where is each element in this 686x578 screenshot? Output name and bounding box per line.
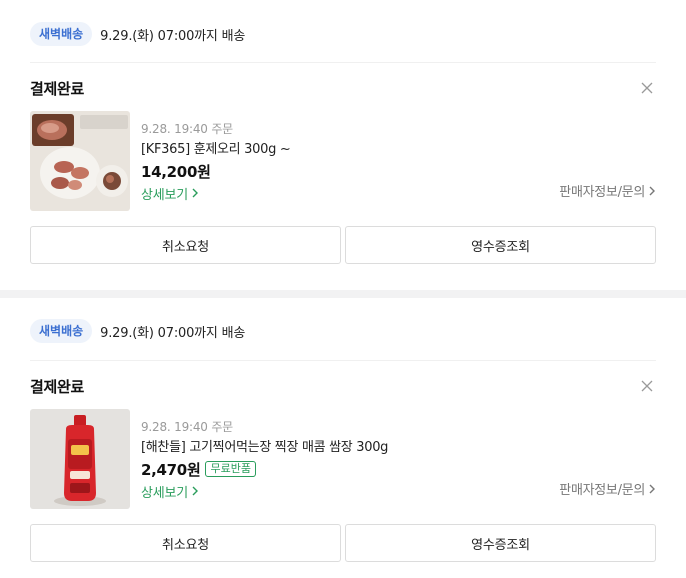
product-thumbnail[interactable] [30, 111, 130, 211]
cancel-request-button[interactable]: 취소요청 [30, 524, 341, 562]
chevron-right-icon [192, 486, 199, 496]
delivery-badge: 새벽배송 [30, 319, 93, 343]
delivery-time: 9.29.(화) 07:00까지 배송 [100, 325, 246, 341]
chevron-right-icon [649, 484, 655, 493]
price-row: 2,470원 무료반품 [141, 458, 388, 480]
detail-link[interactable]: 상세보기 [141, 481, 388, 501]
order-status: 결제완료 [30, 378, 85, 396]
seller-info-label: 판매자정보/문의 [559, 483, 645, 498]
close-icon[interactable] [640, 379, 654, 393]
receipt-button[interactable]: 영수증조회 [345, 524, 656, 562]
price: 2,470원 [141, 460, 201, 479]
section-gap [0, 290, 686, 298]
order-info: 9.28. 19:40 주문 [KF365] 훈제오리 300g ~ 14,20… [141, 120, 291, 203]
cancel-request-button[interactable]: 취소요청 [30, 226, 341, 264]
order-date: 9.28. 19:40 주문 [141, 420, 234, 434]
order-info: 9.28. 19:40 주문 [해찬들] 고기찍어먹는장 찍장 매콤 쌈장 30… [141, 418, 388, 501]
chevron-right-icon [649, 186, 655, 195]
price: 14,200원 [141, 162, 211, 181]
divider [30, 62, 656, 63]
product-thumbnail[interactable] [30, 409, 130, 509]
detail-link-label: 상세보기 [141, 485, 189, 501]
receipt-button[interactable]: 영수증조회 [345, 226, 656, 264]
detail-link-label: 상세보기 [141, 187, 189, 203]
order-card: 새벽배송 9.29.(화) 07:00까지 배송 결제완료 9.28. 19:4… [0, 298, 686, 578]
detail-link[interactable]: 상세보기 [141, 183, 290, 203]
close-icon[interactable] [640, 81, 654, 95]
seller-info-link[interactable]: 판매자정보/문의 [559, 479, 656, 498]
delivery-info: 새벽배송 9.29.(화) 07:00까지 배송 [30, 318, 245, 344]
divider [30, 360, 656, 361]
product-name[interactable]: [해찬들] 고기찍어먹는장 찍장 매콤 쌈장 300g [141, 438, 388, 458]
chevron-right-icon [192, 188, 199, 198]
delivery-badge: 새벽배송 [30, 22, 93, 46]
free-return-badge: 무료반품 [205, 461, 256, 477]
seller-info-label: 판매자정보/문의 [559, 185, 645, 200]
delivery-info: 새벽배송 9.29.(화) 07:00까지 배송 [30, 21, 245, 47]
price-row: 14,200원 [141, 160, 290, 182]
order-status: 결제완료 [30, 80, 85, 98]
order-date: 9.28. 19:40 주문 [141, 122, 234, 136]
order-card: 새벽배송 9.29.(화) 07:00까지 배송 결제완료 9.28. 19:4… [0, 0, 686, 290]
product-name[interactable]: [KF365] 훈제오리 300g ~ [141, 140, 291, 160]
delivery-time: 9.29.(화) 07:00까지 배송 [100, 28, 246, 44]
seller-info-link[interactable]: 판매자정보/문의 [559, 181, 656, 200]
